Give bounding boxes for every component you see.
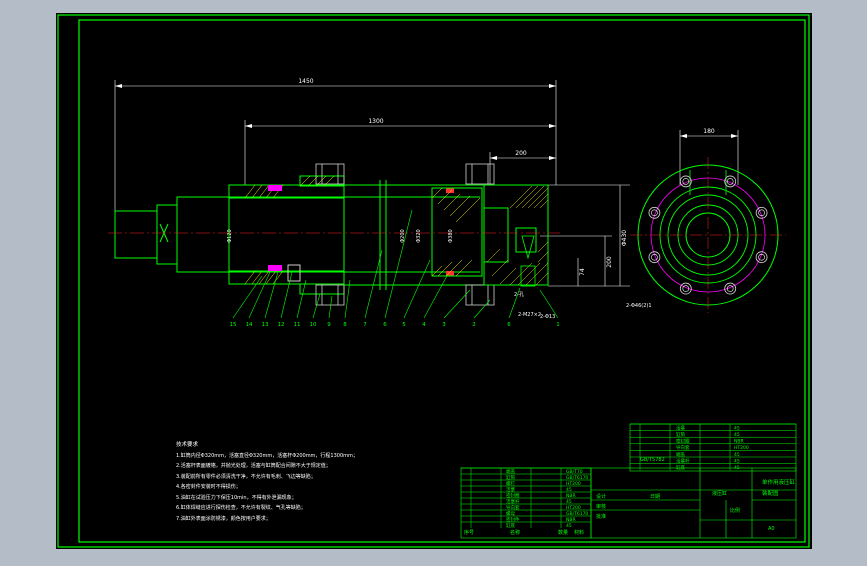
leader-label: 14 — [246, 322, 253, 328]
leader-label: 1 — [556, 322, 560, 328]
dim-height-430: Φ430 — [621, 230, 628, 246]
dim-height-200: 200 — [606, 256, 613, 268]
note-line: 6.缸体焊缝应进行探伤检查，不允许有裂纹、气孔等缺陷； — [176, 505, 306, 511]
sheet-background — [56, 13, 812, 549]
port-label-2: 2-M27×2 — [518, 312, 541, 318]
note-line: 1.缸筒内径Φ320mm，活塞直径Φ320mm，活塞杆Φ200mm，行程1300… — [176, 452, 358, 459]
leader-label: 11 — [294, 322, 301, 328]
dim-bore-dia: Φ200 — [400, 229, 406, 242]
flange-hole-label: 2-Φ46(2)1 — [626, 303, 652, 309]
dim-overall-length: 1450 — [298, 78, 313, 85]
dim-flange-width: 180 — [703, 128, 715, 135]
dim-bore-dia-2: Φ320 — [416, 229, 422, 242]
notes-title: 技术要求 — [176, 442, 199, 448]
leader-label: 3 — [442, 322, 446, 328]
leader-label: 8 — [343, 322, 347, 328]
note-line: 7.油缸外表面涂防锈漆，颜色按用户要求； — [176, 515, 271, 522]
cad-viewport[interactable]: 1450 1300 200 180 Φ430 200 74 Φ120 Φ200 … — [0, 0, 867, 562]
dim-stroke-length: 1300 — [368, 118, 383, 125]
leader-label: 5 — [402, 322, 406, 328]
leader-label: 15 — [230, 322, 237, 328]
technical-notes: 技术要求 1.缸筒内径Φ320mm，活塞直径Φ320mm，活塞杆Φ200mm，行… — [176, 440, 416, 524]
leader-label: 13 — [262, 322, 269, 328]
leader-label: 4 — [422, 322, 426, 328]
hole-label: 2-Φ13 — [540, 314, 555, 320]
note-line: 3.装配前所有零件必须清洗干净，不允许有毛刺、飞边等缺陷； — [176, 473, 316, 480]
dim-rod-dia: Φ120 — [227, 229, 233, 242]
dim-base-length: 200 — [515, 150, 527, 157]
leader-label: 7 — [363, 322, 367, 328]
dim-piston-dia: Φ380 — [448, 229, 454, 242]
leader-label: 12 — [278, 322, 285, 328]
leader-label: 10 — [310, 322, 317, 328]
leader-label: 6 — [507, 322, 511, 328]
note-line: 2.活塞杆表面镀铬，并抛光处理，活塞与缸筒配合间隙不大于规定值； — [176, 463, 331, 469]
port-label: 2-孔 — [514, 291, 524, 298]
note-line: 4.各密封件安装时不得损伤； — [176, 484, 241, 490]
leader-label: 6 — [383, 322, 387, 328]
leader-label: 9 — [327, 322, 331, 328]
drawing-sheet: 1450 1300 200 180 Φ430 200 74 Φ120 Φ200 … — [56, 13, 812, 549]
note-line: 5.油缸在试验压力下保压10min，不得有外泄漏现象； — [176, 494, 297, 501]
dim-74: 74 — [579, 268, 586, 276]
notes-lines: 1.缸筒内径Φ320mm，活塞直径Φ320mm，活塞杆Φ200mm，行程1300… — [176, 451, 416, 525]
leader-label: 2 — [472, 322, 476, 328]
